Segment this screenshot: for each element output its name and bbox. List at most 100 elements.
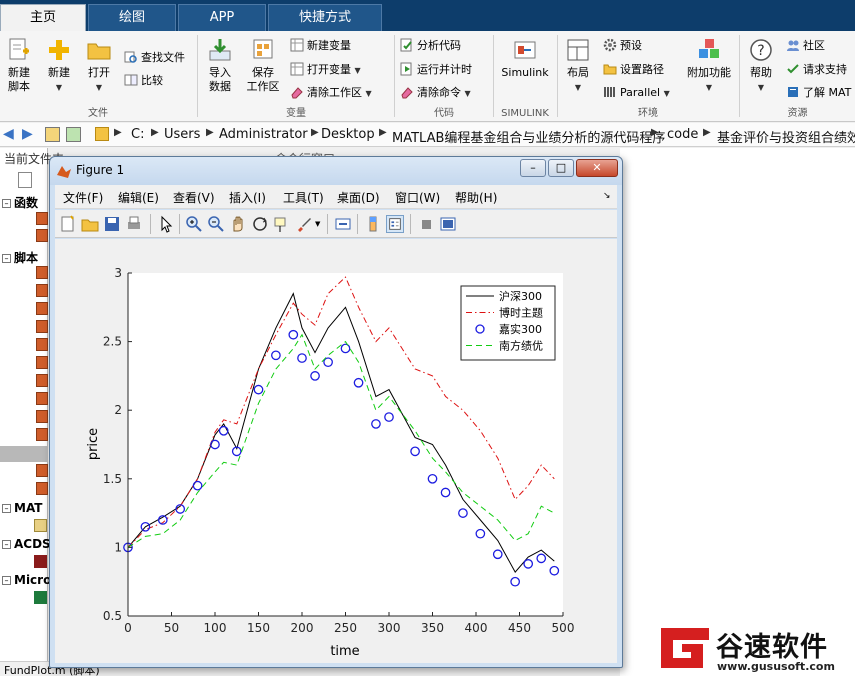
tab-plots[interactable]: 绘图: [88, 4, 176, 31]
hide-plot-tools-icon[interactable]: [417, 215, 435, 233]
m-file-icon[interactable]: [36, 338, 48, 351]
legend-icon[interactable]: [386, 215, 404, 233]
breadcrumb-project-folder[interactable]: MATLAB编程基金组合与业绩分析的源代码程序: [392, 127, 665, 146]
help-button[interactable]: ? 帮助 ▼: [744, 37, 778, 95]
section-mat[interactable]: – MAT: [2, 501, 42, 515]
learn-matlab-button[interactable]: 了解 MAT: [786, 84, 851, 102]
collapse-icon[interactable]: –: [2, 576, 11, 585]
selected-file-row[interactable]: [0, 446, 48, 462]
zoom-out-icon[interactable]: [207, 215, 225, 233]
m-file-icon[interactable]: [36, 464, 48, 477]
collapse-icon[interactable]: –: [2, 504, 11, 513]
community-button[interactable]: 社区: [786, 37, 825, 55]
analyze-code-button[interactable]: 分析代码: [400, 37, 461, 55]
minimize-button[interactable]: –: [520, 159, 546, 177]
up-folder-icon[interactable]: [45, 127, 60, 142]
menu-file[interactable]: 文件(F): [63, 189, 103, 206]
save-workspace-button[interactable]: 保存 工作区: [243, 37, 283, 94]
figure-title-bar[interactable]: Figure 1 – □ ✕: [50, 157, 622, 185]
menu-insert[interactable]: 插入(I): [229, 189, 266, 206]
data-cursor-icon[interactable]: [273, 215, 291, 233]
import-data-button[interactable]: 导入 数据: [203, 37, 237, 94]
print-icon[interactable]: [125, 215, 143, 233]
simulink-button[interactable]: Simulink: [498, 37, 552, 80]
set-path-button[interactable]: 设置路径: [603, 61, 664, 79]
m-file-icon[interactable]: [36, 229, 48, 242]
m-file-icon[interactable]: [36, 302, 48, 315]
m-file-icon[interactable]: [36, 392, 48, 405]
open-variable-button[interactable]: 打开变量 ▼: [290, 61, 361, 79]
figure-canvas[interactable]: 0 50 100 150 200 250 300 350 400 450 500 0.5 1 1.5 2 2.…: [55, 239, 617, 663]
breadcrumb-fund-eval[interactable]: 基金评价与投资组合绩效: [717, 127, 855, 146]
breadcrumb-desktop[interactable]: Desktop: [321, 127, 375, 142]
zoom-in-icon[interactable]: [185, 215, 203, 233]
mat-file-icon[interactable]: [34, 519, 47, 532]
collapse-icon[interactable]: –: [2, 254, 11, 263]
breadcrumb-code[interactable]: code: [667, 127, 698, 142]
section-scripts[interactable]: – 脚本: [2, 249, 38, 266]
compare-button[interactable]: 比较: [124, 72, 163, 90]
open-button[interactable]: 打开 ▼: [80, 37, 118, 95]
section-functions[interactable]: – 函数: [2, 194, 38, 211]
show-plot-tools-icon[interactable]: [439, 215, 457, 233]
m-file-icon[interactable]: [36, 320, 48, 333]
menu-tools[interactable]: 工具(T): [283, 189, 324, 206]
section-microsoft[interactable]: – Micro: [2, 573, 51, 587]
rotate-3d-icon[interactable]: [251, 215, 269, 233]
new-figure-icon[interactable]: [59, 215, 77, 233]
new-variable-button[interactable]: 新建变量: [290, 37, 351, 55]
command-window[interactable]: [620, 148, 855, 676]
tab-shortcuts[interactable]: 快捷方式: [268, 4, 382, 31]
layout-button[interactable]: 布局 ▼: [562, 37, 594, 95]
menu-help[interactable]: 帮助(H): [455, 189, 497, 206]
maximize-button[interactable]: □: [548, 159, 574, 177]
run-and-time-button[interactable]: 运行并计时: [400, 61, 472, 79]
tab-apps[interactable]: APP: [178, 4, 266, 31]
tab-home[interactable]: 主页: [0, 4, 86, 31]
m-file-icon[interactable]: [36, 356, 48, 369]
close-button[interactable]: ✕: [576, 159, 618, 177]
acds-file-icon[interactable]: [34, 555, 47, 568]
collapse-icon[interactable]: –: [2, 199, 11, 208]
save-icon[interactable]: [103, 215, 121, 233]
parallel-button[interactable]: Parallel ▼: [603, 84, 670, 102]
m-file-icon[interactable]: [36, 410, 48, 423]
m-file-icon[interactable]: [36, 482, 48, 495]
forward-arrow-icon[interactable]: ▶: [22, 126, 33, 142]
plot-svg[interactable]: 0 50 100 150 200 250 300 350 400 450 500 0.5 1 1.5 2 2.…: [55, 239, 617, 663]
new-button[interactable]: 新建 ▼: [40, 37, 78, 95]
breadcrumb-administrator[interactable]: Administrator: [219, 127, 308, 142]
clear-workspace-button[interactable]: 清除工作区 ▼: [290, 84, 372, 102]
m-file-icon[interactable]: [36, 284, 48, 297]
breadcrumb-users[interactable]: Users: [164, 127, 200, 142]
section-acds[interactable]: – ACDS: [2, 537, 51, 551]
breadcrumb-drive[interactable]: C:: [131, 127, 144, 142]
open-file-icon[interactable]: [81, 215, 99, 233]
dock-arrow-icon[interactable]: ↘: [603, 191, 611, 201]
menu-edit[interactable]: 编辑(E): [118, 189, 159, 206]
colorbar-icon[interactable]: [364, 215, 382, 233]
menu-desktop[interactable]: 桌面(D): [337, 189, 380, 206]
menu-view[interactable]: 查看(V): [173, 189, 215, 206]
link-plot-icon[interactable]: [334, 215, 352, 233]
pan-hand-icon[interactable]: [229, 215, 247, 233]
m-file-icon[interactable]: [36, 212, 48, 225]
excel-file-icon[interactable]: [34, 591, 47, 604]
new-script-button[interactable]: 新建 脚本: [2, 37, 36, 94]
request-support-button[interactable]: 请求支持: [786, 61, 847, 79]
brush-icon[interactable]: [295, 215, 313, 233]
m-file-icon[interactable]: [36, 374, 48, 387]
clear-commands-button[interactable]: 清除命令 ▼: [400, 84, 471, 102]
preferences-button[interactable]: 预设: [603, 37, 642, 55]
chevron-down-icon[interactable]: ▼: [315, 220, 320, 228]
find-files-button[interactable]: 查找文件: [124, 49, 185, 67]
legend[interactable]: 沪深300 博时主题嘉实300 南方绩优: [460, 285, 556, 361]
m-file-icon[interactable]: [36, 428, 48, 441]
pointer-icon[interactable]: [157, 215, 175, 233]
addons-button[interactable]: 附加功能 ▼: [684, 37, 734, 95]
collapse-icon[interactable]: –: [2, 540, 11, 549]
m-file-icon[interactable]: [36, 266, 48, 279]
back-arrow-icon[interactable]: ◀: [3, 126, 14, 142]
browse-folder-icon[interactable]: [66, 127, 81, 142]
menu-window[interactable]: 窗口(W): [395, 189, 440, 206]
